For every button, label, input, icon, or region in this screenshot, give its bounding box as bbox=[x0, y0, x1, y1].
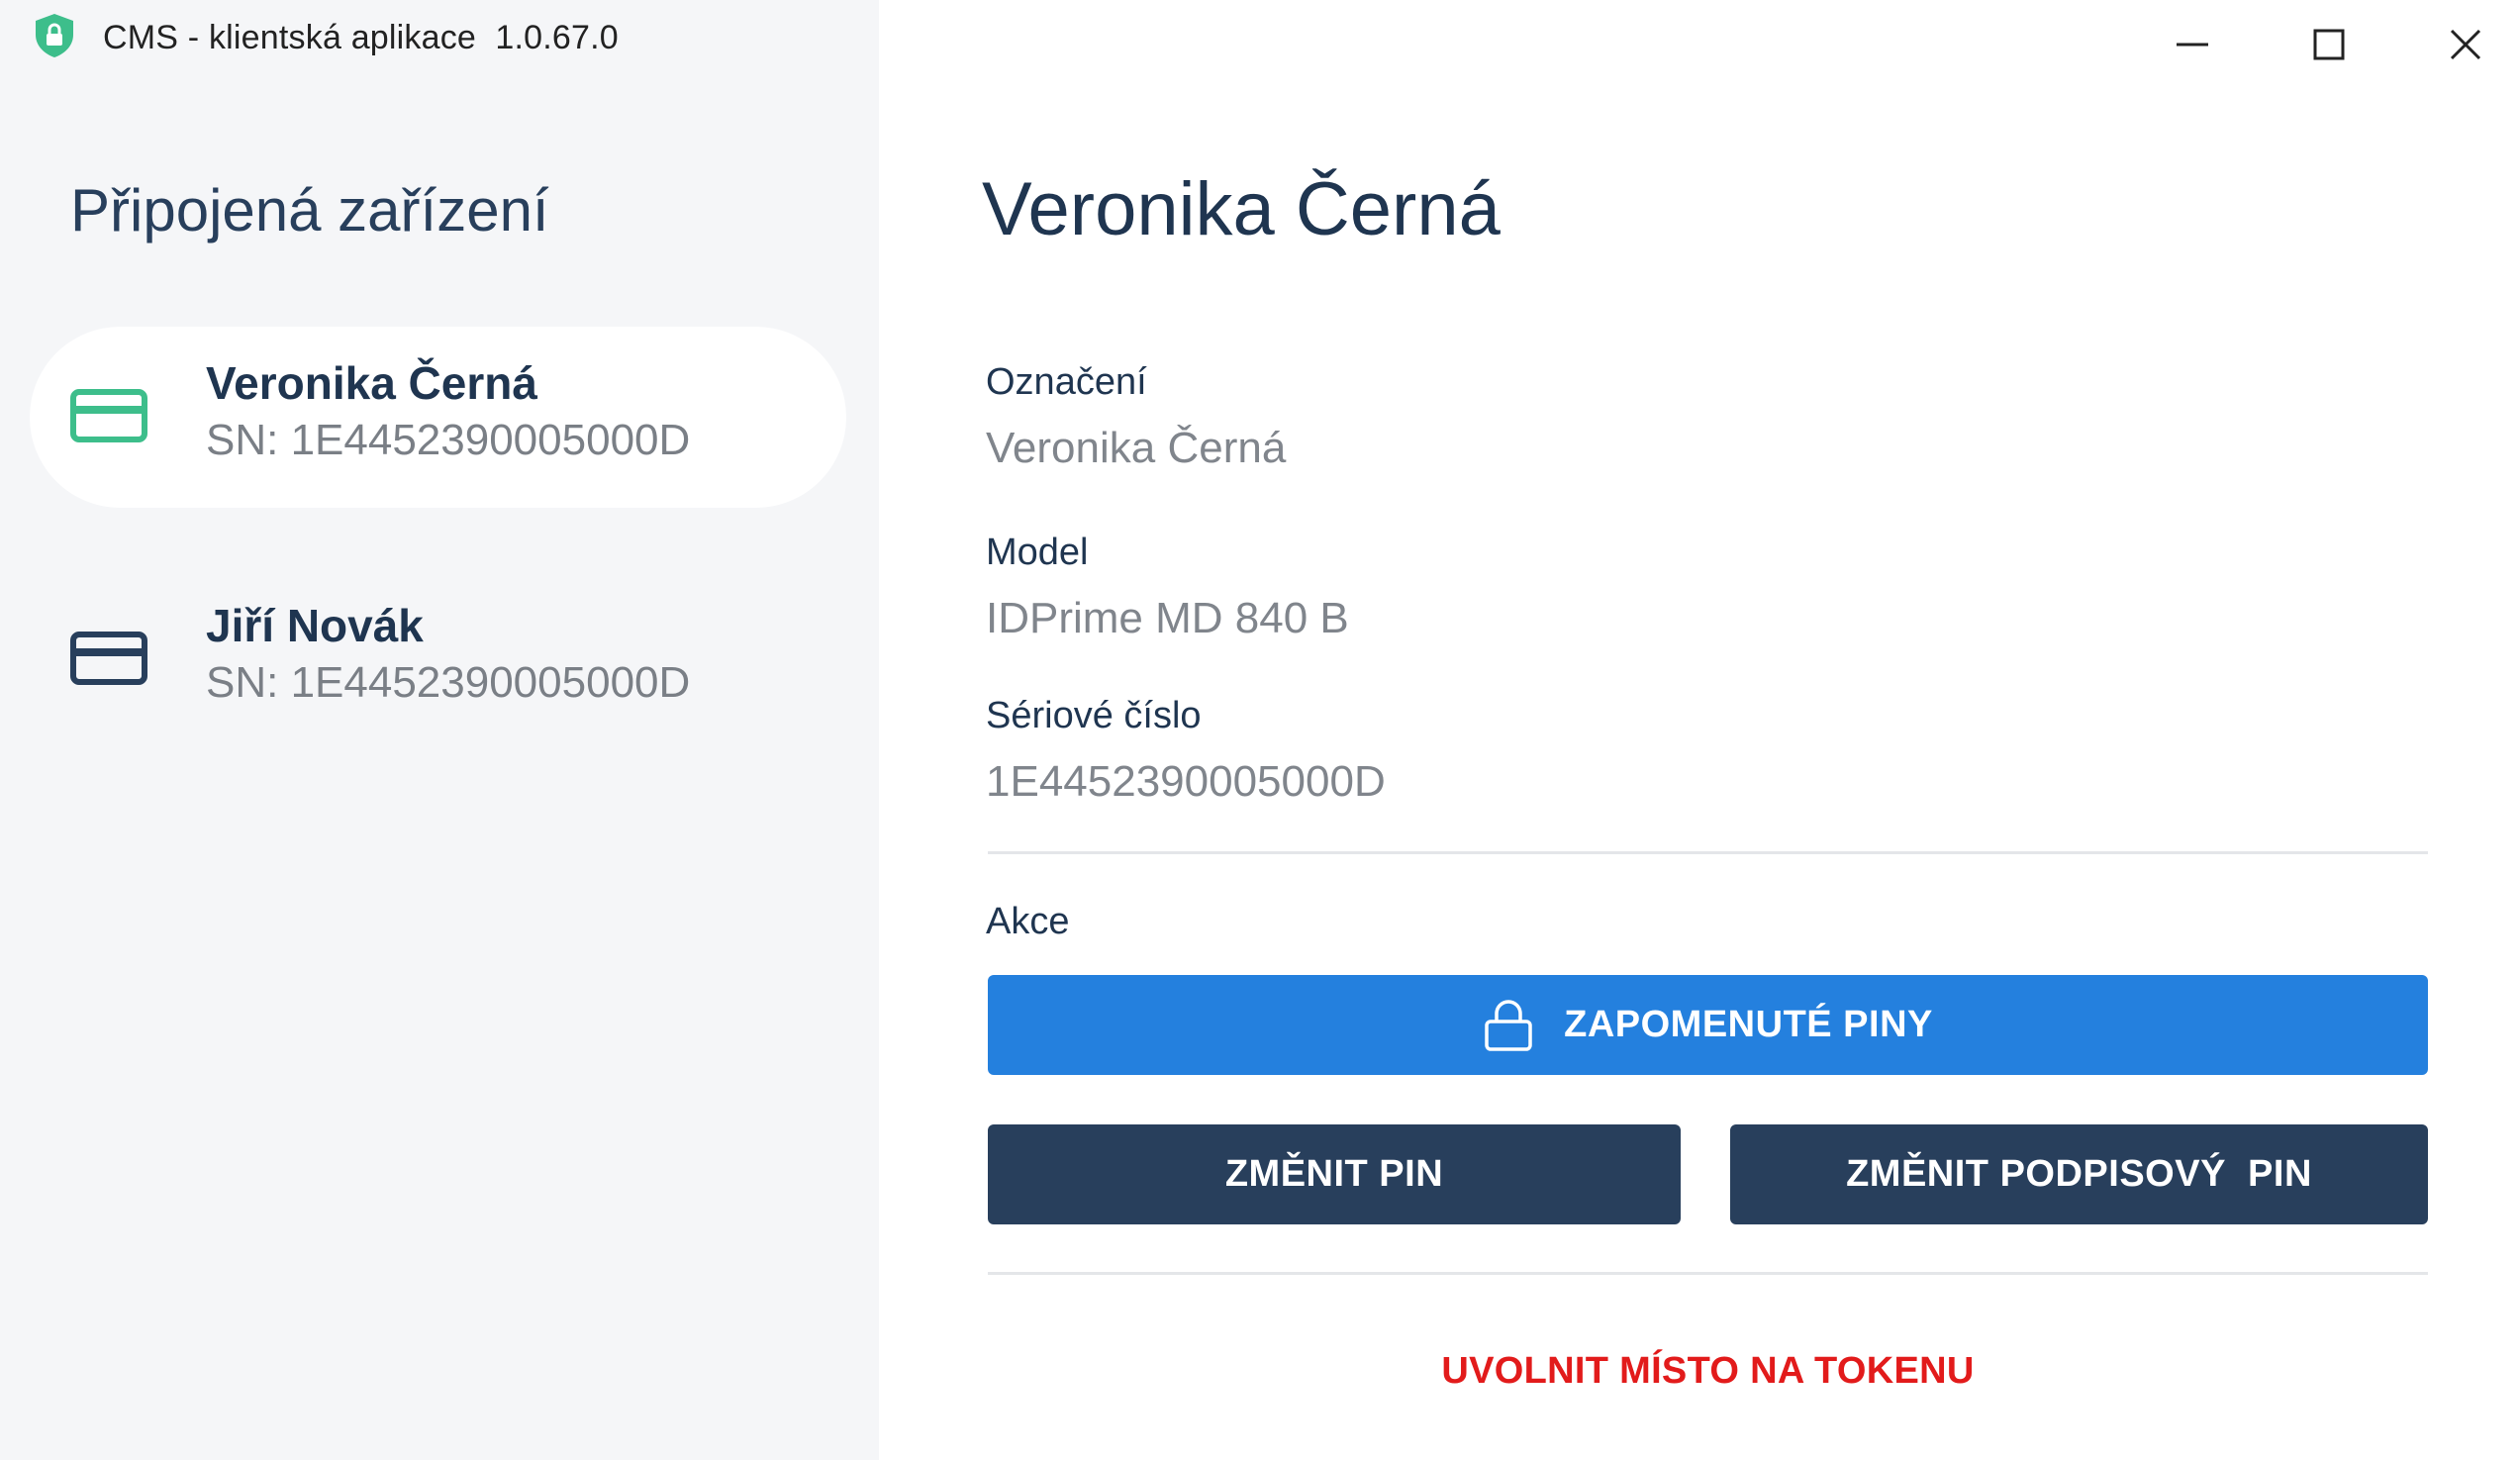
device-name: Jiří Novák bbox=[206, 600, 424, 651]
app-title: CMS - klientská aplikace 1.0.67.0 bbox=[103, 19, 619, 57]
change-signing-pin-label: ZMĚNIT PODPISOVÝ PIN bbox=[1846, 1153, 2312, 1195]
actions-heading: Akce bbox=[986, 901, 1070, 942]
device-item[interactable]: Jiří Novák SN: 1E4452390005000D bbox=[30, 569, 846, 750]
value-serial-number: 1E4452390005000D bbox=[986, 757, 1386, 806]
device-serial: SN: 1E4452390005000D bbox=[206, 416, 691, 464]
credit-card-icon bbox=[69, 386, 148, 445]
change-pin-label: ZMĚNIT PIN bbox=[1224, 1153, 1444, 1195]
device-detail-panel: Veronika Černá Označení Veronika Černá M… bbox=[879, 0, 2520, 1460]
lock-icon bbox=[1485, 999, 1532, 1051]
label-designation: Označení bbox=[986, 361, 1147, 403]
forgot-pins-button[interactable]: ZAPOMENUTÉ PINY bbox=[988, 975, 2428, 1075]
title-bar: CMS - klientská aplikace 1.0.67.0 bbox=[30, 12, 619, 63]
sidebar: CMS - klientská aplikace 1.0.67.0 Připoj… bbox=[0, 0, 879, 1460]
device-item-selected[interactable]: Veronika Černá SN: 1E4452390005000D bbox=[30, 327, 846, 508]
divider bbox=[988, 851, 2428, 854]
value-model: IDPrime MD 840 B bbox=[986, 594, 1349, 642]
label-serial-number: Sériové číslo bbox=[986, 695, 1202, 736]
forgot-pins-label: ZAPOMENUTÉ PINY bbox=[1564, 1004, 1933, 1045]
label-model: Model bbox=[986, 532, 1089, 573]
change-pin-button[interactable]: ZMĚNIT PIN bbox=[988, 1124, 1681, 1224]
device-serial: SN: 1E4452390005000D bbox=[206, 658, 691, 707]
shield-lock-icon bbox=[30, 11, 79, 65]
credit-card-icon bbox=[69, 629, 148, 688]
device-title: Veronika Černá bbox=[982, 167, 1501, 251]
app-window: CMS - klientská aplikace 1.0.67.0 Připoj… bbox=[0, 0, 2520, 1460]
device-name: Veronika Černá bbox=[206, 357, 537, 409]
free-token-space-link[interactable]: UVOLNIT MÍSTO NA TOKENU bbox=[988, 1350, 2428, 1393]
sidebar-heading: Připojená zařízení bbox=[70, 177, 549, 243]
value-designation: Veronika Černá bbox=[986, 424, 1287, 472]
change-signing-pin-button[interactable]: ZMĚNIT PODPISOVÝ PIN bbox=[1730, 1124, 2428, 1224]
app-version: 1.0.67.0 bbox=[495, 18, 619, 56]
divider bbox=[988, 1272, 2428, 1275]
app-name: CMS - klientská aplikace bbox=[103, 18, 477, 56]
